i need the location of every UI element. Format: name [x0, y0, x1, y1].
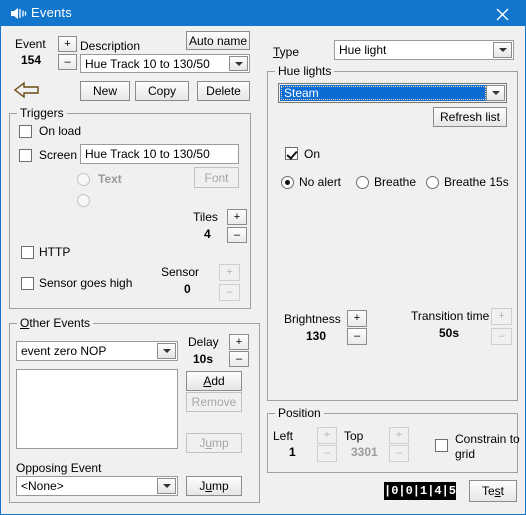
chevron-down-icon[interactable]: [157, 478, 176, 494]
tiles-label: Tiles: [193, 210, 218, 224]
text-radio[interactable]: [77, 173, 90, 186]
top-label: Top: [344, 429, 364, 443]
transition-increment-button[interactable]: +: [491, 308, 512, 325]
event-label: Event: [15, 37, 46, 51]
opposing-event-value: <None>: [21, 479, 64, 493]
tiles-increment-button[interactable]: +: [227, 209, 247, 225]
brightness-increment-button[interactable]: +: [347, 310, 367, 327]
tiles-decrement-button[interactable]: –: [227, 227, 247, 243]
description-value: Hue Track 10 to 130/50: [85, 56, 210, 71]
tiles-value: 4: [204, 227, 211, 241]
type-combobox[interactable]: Hue light: [334, 40, 514, 60]
left-increment-button[interactable]: +: [317, 427, 337, 444]
sensor-increment-button[interactable]: +: [219, 264, 240, 281]
top-value: 3301: [351, 445, 378, 459]
sensor-goes-high-label: Sensor goes high: [39, 276, 133, 290]
constrain-to-grid-label-line1: Constrain to: [455, 432, 520, 446]
delete-button[interactable]: Delete: [197, 81, 250, 101]
left-value: 1: [289, 445, 296, 459]
counter-display: |0|0|1|4|5: [384, 482, 457, 500]
brightness-label: Brightness: [284, 312, 341, 326]
alert-radio-no-alert[interactable]: [281, 176, 294, 189]
position-group-title: Position: [275, 406, 324, 420]
type-label: Type: [273, 45, 300, 59]
constrain-to-grid-checkbox[interactable]: [435, 439, 448, 452]
transition-time-label: Transition time: [411, 309, 490, 323]
screen-label: Screen: [39, 148, 78, 162]
remove-button[interactable]: Remove: [186, 392, 242, 412]
sensor-value: 0: [184, 282, 191, 296]
chevron-down-icon[interactable]: [486, 85, 505, 101]
sensor-label: Sensor: [161, 265, 200, 279]
sensor-decrement-button[interactable]: –: [219, 284, 240, 301]
delay-decrement-button[interactable]: –: [229, 351, 249, 367]
on-load-label: On load: [39, 124, 82, 138]
screen-text-value: Hue Track 10 to 130/50: [85, 147, 210, 161]
opposing-jump-button[interactable]: Ju mp: [186, 476, 242, 496]
alert-radio-breathe[interactable]: [356, 176, 369, 189]
hue-light-combobox[interactable]: Steam: [278, 83, 507, 103]
events-window: Events Event 154 + – Description Auto na…: [0, 0, 526, 515]
test-button[interactable]: Te s t: [469, 480, 517, 502]
auto-name-button[interactable]: Auto name: [186, 31, 250, 50]
brightness-value: 130: [306, 329, 327, 343]
other-events-listbox[interactable]: [16, 369, 178, 449]
http-label: HTTP: [39, 245, 71, 259]
on-checkbox[interactable]: [285, 147, 298, 160]
chevron-down-icon[interactable]: [157, 343, 176, 359]
hue-light-selected-value: Steam: [280, 85, 487, 101]
back-arrow-icon[interactable]: [13, 80, 41, 103]
chevron-down-icon[interactable]: [493, 42, 512, 58]
alert-label-no-alert: No alert: [299, 175, 342, 189]
text-radio-label: Text: [98, 172, 122, 186]
triggers-group-title: Triggers: [17, 106, 67, 120]
opposing-event-label: Opposing Event: [16, 461, 102, 475]
hue-lights-group-title: Hue lights: [275, 64, 335, 78]
alert-label-breathe: Breathe: [374, 175, 417, 189]
left-label: Left: [273, 429, 294, 443]
event-decrement-button[interactable]: –: [58, 54, 77, 70]
alert-label-breathe-15s: Breathe 15s: [444, 175, 509, 189]
transition-time-value: 50s: [439, 326, 460, 340]
new-button[interactable]: New: [80, 81, 130, 101]
copy-button[interactable]: Copy: [135, 81, 189, 101]
close-icon[interactable]: [480, 1, 525, 26]
top-increment-button[interactable]: +: [389, 427, 409, 444]
description-label: Description: [80, 39, 141, 53]
secondary-radio[interactable]: [77, 194, 90, 207]
add-button[interactable]: Add: [186, 371, 242, 391]
chevron-down-icon[interactable]: [229, 56, 248, 71]
event-increment-button[interactable]: +: [58, 36, 77, 52]
refresh-list-button[interactable]: Refresh list: [433, 107, 507, 127]
alert-radio-breathe-15s[interactable]: [426, 176, 439, 189]
audio-speaker-icon: [9, 5, 27, 22]
screen-text-input[interactable]: Hue Track 10 to 130/50: [80, 144, 239, 164]
title-bar: Events: [1, 1, 525, 26]
other-event-combobox[interactable]: event zero NOP: [16, 341, 178, 361]
brightness-decrement-button[interactable]: –: [347, 328, 367, 345]
screen-checkbox[interactable]: [19, 149, 32, 162]
on-label: On: [304, 147, 321, 161]
window-title: Events: [31, 5, 72, 20]
other-event-value: event zero NOP: [21, 344, 107, 358]
constrain-to-grid-label-line2: grid: [455, 447, 476, 461]
sensor-goes-high-checkbox[interactable]: [21, 277, 34, 290]
description-combobox[interactable]: Hue Track 10 to 130/50: [80, 54, 250, 73]
event-number: 154: [21, 53, 42, 67]
delay-value: 10s: [193, 352, 214, 366]
jump-button[interactable]: Ju mp: [186, 433, 242, 453]
font-button[interactable]: Font: [194, 167, 239, 188]
transition-decrement-button[interactable]: –: [491, 328, 512, 345]
left-decrement-button[interactable]: –: [317, 445, 337, 462]
delay-label: Delay: [188, 335, 219, 349]
delay-increment-button[interactable]: +: [229, 334, 249, 350]
http-checkbox[interactable]: [21, 246, 34, 259]
on-load-checkbox[interactable]: [19, 125, 32, 138]
other-events-group-title: Other Events: [17, 316, 94, 330]
opposing-event-combobox[interactable]: <None>: [16, 476, 178, 496]
top-decrement-button[interactable]: –: [389, 445, 409, 462]
type-value: Hue light: [339, 43, 387, 57]
